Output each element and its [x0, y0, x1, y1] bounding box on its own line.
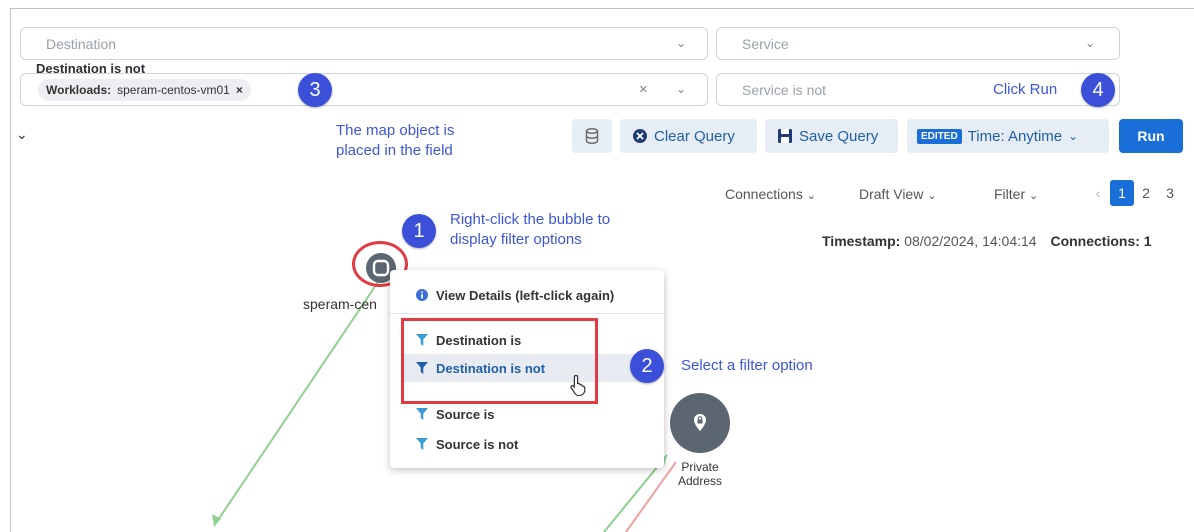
- filter-dropdown[interactable]: Filter ⌄: [994, 186, 1038, 202]
- menu-item-source-is[interactable]: Source is: [390, 400, 664, 428]
- lock-pin-icon: [694, 414, 706, 431]
- service-placeholder: Service: [742, 36, 789, 52]
- menu-item-view-details[interactable]: View Details (left-click again): [390, 281, 664, 309]
- page-3[interactable]: 3: [1158, 180, 1182, 206]
- prev-page-icon[interactable]: ‹: [1086, 180, 1110, 206]
- filter-icon: [416, 408, 428, 420]
- timestamp-line: Timestamp: 08/02/2024, 14:04:14 Connecti…: [822, 233, 1152, 249]
- save-query-button[interactable]: Save Query: [765, 119, 898, 153]
- chevron-down-icon[interactable]: ⌄: [676, 36, 686, 50]
- hand-cursor-icon: [570, 374, 586, 396]
- private-address-label: Private Address: [678, 460, 722, 488]
- chip-remove-icon[interactable]: ×: [236, 83, 243, 97]
- chevron-down-icon: ⌄: [927, 190, 937, 202]
- pagination: ‹ 1 2 3: [1086, 180, 1182, 206]
- private-label-line2: Address: [678, 474, 723, 488]
- time-label: Time: Anytime: [967, 127, 1063, 145]
- step-3-note: The map object is placed in the field: [336, 121, 516, 161]
- filter-icon: [416, 438, 428, 450]
- draft-view-dropdown[interactable]: Draft View ⌄: [859, 186, 936, 202]
- menu-label: View Details (left-click again): [436, 287, 615, 303]
- destination-field[interactable]: Destination ⌄: [20, 27, 708, 60]
- filter-label: Filter: [994, 186, 1026, 202]
- workload-label: speram-cen: [303, 296, 377, 312]
- collapse-chevron-icon[interactable]: ⌄: [16, 126, 28, 143]
- chevron-down-icon[interactable]: ⌄: [1085, 36, 1095, 50]
- database-icon: [585, 128, 599, 144]
- menu-label: Source is: [436, 406, 495, 422]
- workload-chip: Workloads: speram-centos-vm01 ×: [38, 79, 251, 101]
- chevron-down-icon: ⌄: [1029, 190, 1039, 202]
- connections-count: Connections: 1: [1050, 233, 1152, 249]
- step-1-note: Right-click the bubble to display filter…: [450, 210, 670, 250]
- page-1[interactable]: 1: [1110, 180, 1134, 206]
- clear-query-label: Clear Query: [654, 127, 735, 145]
- step-4-badge: 4: [1081, 73, 1115, 107]
- menu-label: Source is not: [436, 436, 519, 452]
- destination-placeholder: Destination: [46, 36, 117, 52]
- menu-divider: [390, 313, 664, 314]
- clear-icon[interactable]: ×: [639, 81, 648, 98]
- step-2-note: Select a filter option: [681, 357, 813, 374]
- run-button[interactable]: Run: [1119, 119, 1183, 153]
- chevron-down-icon: ⌄: [806, 190, 816, 202]
- workload-icon: [372, 259, 390, 277]
- info-icon: [416, 289, 428, 301]
- save-icon: [778, 129, 792, 143]
- highlight-box: [401, 318, 598, 404]
- chip-type: Workloads:: [46, 83, 112, 97]
- clear-query-button[interactable]: Clear Query: [620, 119, 757, 153]
- timestamp-label: Timestamp:: [822, 233, 901, 249]
- menu-item-source-is-not[interactable]: Source is not: [390, 430, 664, 458]
- step-1-badge: 1: [402, 214, 436, 248]
- chevron-down-icon: ⌄: [1068, 129, 1079, 143]
- step-3-badge: 3: [298, 73, 332, 107]
- service-not-placeholder: Service is not: [742, 82, 827, 98]
- save-query-label: Save Query: [799, 127, 879, 145]
- draft-view-label: Draft View: [859, 186, 924, 202]
- connections-dropdown[interactable]: Connections ⌄: [725, 186, 816, 202]
- service-not-field[interactable]: Service is not: [716, 73, 1120, 106]
- edited-badge: EDITED: [917, 128, 962, 144]
- page-2[interactable]: 2: [1134, 180, 1158, 206]
- database-button[interactable]: [572, 119, 612, 153]
- time-range-button[interactable]: EDITED Time: Anytime ⌄: [907, 119, 1109, 153]
- timestamp-value: 08/02/2024, 14:04:14: [904, 233, 1037, 249]
- private-label-line1: Private: [681, 460, 719, 474]
- step-2-badge: 2: [630, 349, 664, 383]
- step-3-note-line1: The map object is: [336, 122, 455, 139]
- step-4-note: Click Run: [993, 81, 1058, 98]
- service-field[interactable]: Service ⌄: [716, 27, 1120, 60]
- chevron-down-icon[interactable]: ⌄: [676, 82, 686, 96]
- private-address-node[interactable]: [670, 393, 730, 453]
- clear-circle-icon: [633, 129, 647, 143]
- chip-value: speram-centos-vm01: [117, 83, 230, 97]
- step-3-note-line2: placed in the field: [336, 142, 453, 159]
- step-1-note-line2: display filter options: [450, 231, 582, 248]
- step-1-note-line1: Right-click the bubble to: [450, 211, 611, 228]
- connections-label: Connections: [725, 186, 803, 202]
